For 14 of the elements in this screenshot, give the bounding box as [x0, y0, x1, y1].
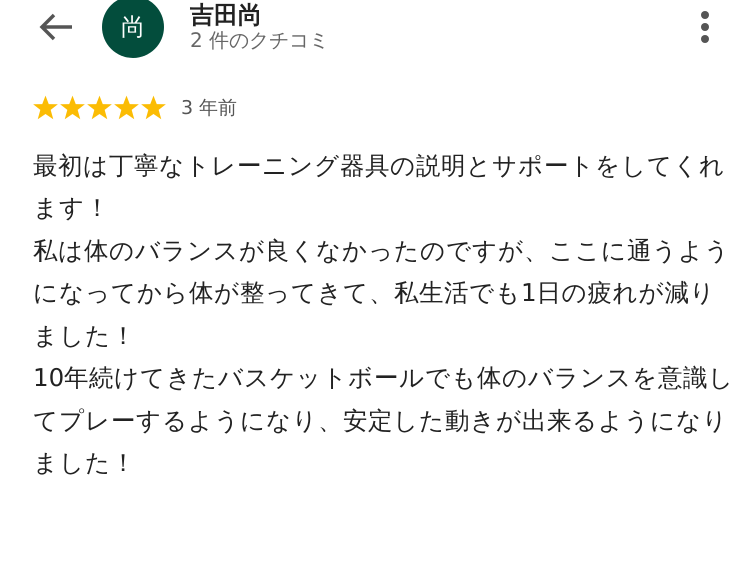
- star-icon: [140, 95, 167, 122]
- review-time: 3 年前: [181, 96, 238, 121]
- star-icon: [113, 95, 140, 122]
- star-icon: [32, 95, 59, 122]
- review-paragraph: 最初は丁寧なトレーニング器具の説明とサポートをしてくれます！: [33, 150, 726, 224]
- star-icon: [59, 95, 86, 122]
- review-count: 2 件のクチコミ: [190, 28, 330, 52]
- review-paragraph: 私は体のバランスが良くなかったのですが、ここに通うようになってから体が整ってきて、私生活でも1日の疲れが減りました！: [33, 234, 731, 352]
- more-options-icon[interactable]: [700, 10, 710, 44]
- reviewer-name: 吉田尚: [190, 2, 263, 28]
- star-icon: [86, 95, 113, 122]
- avatar: 尚: [102, 0, 164, 58]
- review-paragraph: 10年続けてきたバスケットボールでも体のバランスを意識してプレーするようになり、安定した動きが出来るようになりました！: [33, 362, 736, 479]
- back-icon[interactable]: [38, 12, 74, 42]
